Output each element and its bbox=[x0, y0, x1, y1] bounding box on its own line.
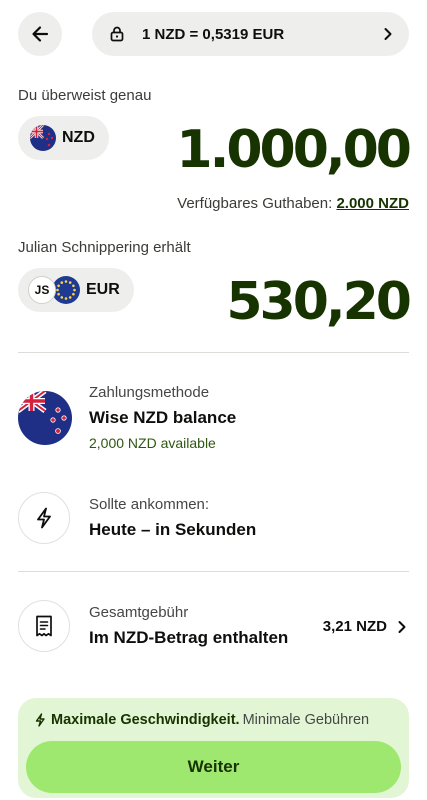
send-label: Du überweist genau bbox=[18, 87, 152, 104]
receive-currency-selector[interactable]: JS EUR bbox=[18, 268, 134, 312]
fee-description: Im NZD-Betrag enthalten bbox=[89, 628, 289, 647]
lightning-icon bbox=[35, 713, 45, 727]
fee-icon-wrap bbox=[18, 600, 70, 652]
receive-label: Julian Schnippering erhält bbox=[18, 239, 191, 256]
lightning-icon bbox=[37, 507, 51, 529]
balance-label: Verfügbares Guthaben: bbox=[177, 195, 333, 212]
payment-method-balance: 2,000 NZD available bbox=[89, 435, 216, 451]
back-button[interactable] bbox=[18, 12, 62, 56]
arrow-left-icon bbox=[32, 26, 49, 42]
continue-button[interactable]: Weiter bbox=[26, 741, 401, 793]
send-amount-input[interactable]: 1.000,00 bbox=[176, 120, 412, 180]
exchange-rate-button[interactable]: 1 NZD = 0,5319 EUR bbox=[92, 12, 409, 56]
fee-amount[interactable]: 3,21 NZD bbox=[323, 618, 387, 635]
payment-method-label: Zahlungsmethode bbox=[89, 384, 210, 401]
available-balance: Verfügbares Guthaben: 2.000 NZD bbox=[177, 195, 409, 212]
divider bbox=[18, 352, 409, 353]
arrival-icon-wrap bbox=[18, 492, 70, 544]
fee-label: Gesamtgebühr bbox=[89, 604, 189, 621]
receive-amount-input[interactable]: 530,20 bbox=[226, 272, 412, 332]
recipient-avatar: JS bbox=[28, 276, 56, 304]
speed-banner: Maximale Geschwindigkeit. Minimale Gebüh… bbox=[34, 712, 369, 728]
send-currency-selector[interactable]: NZD bbox=[18, 116, 109, 160]
divider bbox=[18, 571, 409, 572]
receive-currency-code: EUR bbox=[86, 281, 120, 298]
arrival-value: Heute – in Sekunden bbox=[89, 520, 257, 539]
receipt-icon bbox=[36, 615, 52, 637]
payment-method-value: Wise NZD balance bbox=[89, 408, 237, 427]
chevron-right-icon[interactable] bbox=[397, 620, 407, 634]
lock-icon bbox=[110, 26, 124, 42]
send-currency-code: NZD bbox=[62, 129, 95, 146]
chevron-right-icon bbox=[384, 28, 392, 40]
payment-method-row[interactable]: Zahlungsmethode Wise NZD balance 2,000 N… bbox=[18, 384, 409, 464]
speed-banner-rest: Minimale Gebühren bbox=[242, 712, 370, 728]
nz-flag-icon bbox=[30, 125, 56, 151]
arrival-label: Sollte ankommen: bbox=[89, 496, 210, 513]
balance-value-link[interactable]: 2.000 NZD bbox=[336, 195, 409, 212]
nz-flag-icon bbox=[18, 391, 72, 445]
speed-banner-bold: Maximale Geschwindigkeit. bbox=[51, 712, 240, 728]
arrival-row: Sollte ankommen: Heute – in Sekunden bbox=[18, 490, 409, 546]
exchange-rate-text: 1 NZD = 0,5319 EUR bbox=[142, 25, 285, 43]
eu-flag-icon bbox=[52, 276, 80, 304]
